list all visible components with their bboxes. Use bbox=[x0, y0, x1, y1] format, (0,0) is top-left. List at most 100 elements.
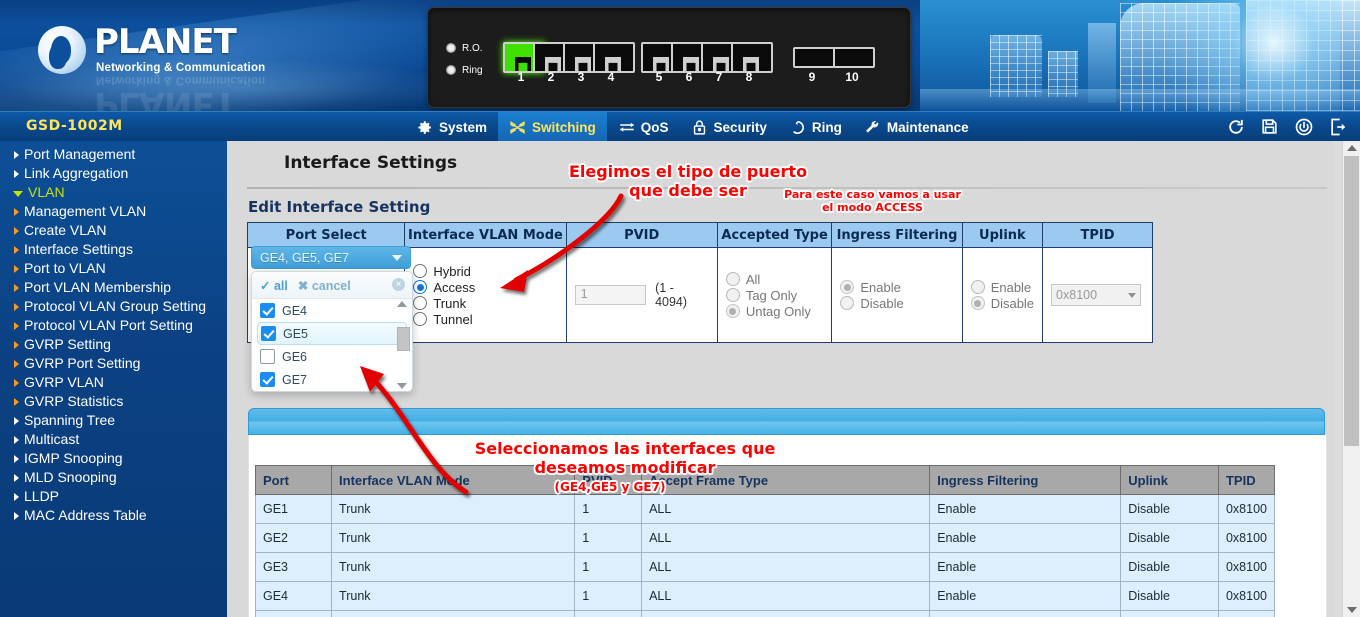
port-option-ge6[interactable]: GE6 bbox=[252, 345, 412, 368]
scroll-thumb[interactable] bbox=[1344, 156, 1359, 446]
select-all-label: all bbox=[274, 279, 288, 293]
clear-icon[interactable]: × bbox=[392, 278, 405, 291]
table-row[interactable]: GE2 Trunk 1 ALL Enable Disable 0x8100 bbox=[256, 524, 1275, 553]
table-row[interactable]: GE5 Trunk 1 ALL Enable Disable 0x8100 bbox=[256, 611, 1275, 617]
sidebar-item-port-management[interactable]: Port Management bbox=[0, 145, 227, 164]
menu-item-maintenance[interactable]: Maintenance bbox=[853, 112, 980, 142]
cell-ingress-filtering: Enable Disable bbox=[832, 248, 962, 343]
sidebar-item-gvrp-port-setting[interactable]: GVRP Port Setting bbox=[0, 354, 227, 373]
radio-ingress-disable[interactable]: Disable bbox=[840, 296, 953, 311]
model-label: GSD-1002M bbox=[26, 118, 123, 134]
menu-item-switching-label: Switching bbox=[532, 120, 596, 135]
sidebar-item-gvrp-setting[interactable]: GVRP Setting bbox=[0, 335, 227, 354]
sidebar-item-management-vlan[interactable]: Management VLAN bbox=[0, 202, 227, 221]
logout-icon[interactable] bbox=[1328, 117, 1348, 137]
sidebar-item-port-vlan-membership[interactable]: Port VLAN Membership bbox=[0, 278, 227, 297]
sidebar-item-label: Interface Settings bbox=[24, 241, 133, 258]
sidebar-item-label: GVRP VLAN bbox=[24, 374, 104, 391]
sidebar-item-link-aggregation[interactable]: Link Aggregation bbox=[0, 164, 227, 183]
cancel-selection-button[interactable]: ✖ cancel bbox=[298, 278, 351, 293]
sidebar-item-spanning-tree[interactable]: Spanning Tree bbox=[0, 411, 227, 430]
radio-accepted-untag-only[interactable]: Untag Only bbox=[726, 304, 824, 319]
port-option-ge5[interactable]: GE5 bbox=[257, 322, 407, 345]
menu-item-ring[interactable]: Ring bbox=[778, 112, 853, 142]
device-port-9[interactable] bbox=[793, 47, 835, 68]
radio-accepted-tag-only[interactable]: Tag Only bbox=[726, 288, 824, 303]
list-col-uplink: Uplink bbox=[1121, 466, 1219, 495]
sidebar-item-igmp-snooping[interactable]: IGMP Snooping bbox=[0, 449, 227, 468]
interface-list-panel-header bbox=[248, 408, 1325, 435]
scroll-up-icon[interactable] bbox=[397, 301, 407, 307]
sidebar-item-mac-address-table[interactable]: MAC Address Table bbox=[0, 506, 227, 525]
annotation-1-line-1: Elegimos el tipo de puerto bbox=[553, 163, 823, 182]
chevron-right-icon bbox=[14, 512, 19, 520]
save-icon[interactable] bbox=[1260, 117, 1280, 137]
sidebar-item-interface-settings[interactable]: Interface Settings bbox=[0, 240, 227, 259]
radio-ingress-enable[interactable]: Enable bbox=[840, 280, 953, 295]
radio-uplink-enable[interactable]: Enable bbox=[971, 280, 1034, 295]
chevron-right-icon bbox=[14, 170, 19, 178]
port-select-box[interactable]: GE4, GE5, GE7 bbox=[251, 246, 411, 269]
cancel-label: cancel bbox=[312, 279, 351, 293]
sidebar-item-protocol-vlan-port-setting[interactable]: Protocol VLAN Port Setting bbox=[0, 316, 227, 335]
col-header-tpid: TPID bbox=[1043, 223, 1153, 248]
radio-uplink-disable[interactable]: Disable bbox=[971, 296, 1034, 311]
power-icon[interactable] bbox=[1294, 117, 1314, 137]
chevron-right-icon bbox=[14, 227, 19, 235]
table-row[interactable]: GE4 Trunk 1 ALL Enable Disable 0x8100 bbox=[256, 582, 1275, 611]
sidebar-item-create-vlan[interactable]: Create VLAN bbox=[0, 221, 227, 240]
device-port-4[interactable] bbox=[593, 42, 635, 73]
sidebar-item-label: GVRP Statistics bbox=[24, 393, 123, 410]
port-option-ge4[interactable]: GE4 bbox=[252, 299, 412, 322]
sidebar-item-port-to-vlan[interactable]: Port to VLAN bbox=[0, 259, 227, 278]
sidebar-item-protocol-vlan-group-setting[interactable]: Protocol VLAN Group Setting bbox=[0, 297, 227, 316]
gear-icon bbox=[416, 119, 433, 136]
col-header-interface-vlan-mode: Interface VLAN Mode bbox=[405, 223, 566, 248]
select-all-button[interactable]: ✓ all bbox=[260, 278, 288, 293]
tpid-select[interactable]: 0x8100 bbox=[1051, 284, 1141, 306]
menu-item-system[interactable]: System bbox=[405, 112, 498, 142]
device-port-10[interactable] bbox=[833, 47, 875, 68]
radio-accepted-all[interactable]: All bbox=[726, 272, 824, 287]
chevron-right-icon bbox=[14, 151, 19, 159]
sidebar-item-gvrp-statistics[interactable]: GVRP Statistics bbox=[0, 392, 227, 411]
chevron-right-icon bbox=[14, 303, 19, 311]
scroll-down-icon[interactable] bbox=[1347, 607, 1357, 613]
list-col-ingress-filtering: Ingress Filtering bbox=[930, 466, 1121, 495]
refresh-icon[interactable] bbox=[1226, 117, 1246, 137]
radio-label: Tunnel bbox=[433, 312, 472, 327]
sidebar-item-multicast[interactable]: Multicast bbox=[0, 430, 227, 449]
checkbox-icon bbox=[260, 349, 275, 364]
dropdown-scrollbar[interactable] bbox=[396, 301, 409, 389]
sidebar-item-mld-snooping[interactable]: MLD Snooping bbox=[0, 468, 227, 487]
radio-vlan-mode-trunk[interactable]: Trunk bbox=[413, 296, 557, 311]
page-title: Interface Settings bbox=[284, 153, 457, 173]
cell-port: GE3 bbox=[256, 553, 332, 582]
menu-item-switching[interactable]: Switching bbox=[498, 112, 607, 142]
radio-vlan-mode-hybrid[interactable]: Hybrid bbox=[413, 264, 557, 279]
sidebar-item-label: GVRP Setting bbox=[24, 336, 111, 353]
page-scrollbar[interactable] bbox=[1342, 141, 1360, 617]
radio-label: All bbox=[746, 272, 760, 287]
radio-vlan-mode-tunnel[interactable]: Tunnel bbox=[413, 312, 557, 327]
sidebar-item-vlan[interactable]: VLAN bbox=[0, 183, 227, 202]
scroll-down-icon[interactable] bbox=[397, 383, 407, 389]
scroll-up-icon[interactable] bbox=[1347, 145, 1357, 151]
col-header-pvid: PVID bbox=[566, 223, 717, 248]
chevron-down-icon bbox=[392, 255, 402, 261]
checkbox-icon-checked bbox=[260, 372, 275, 387]
scroll-thumb[interactable] bbox=[397, 327, 410, 351]
table-row[interactable]: GE1 Trunk 1 ALL Enable Disable 0x8100 bbox=[256, 495, 1275, 524]
radio-icon-selected bbox=[413, 280, 427, 294]
radio-vlan-mode-access[interactable]: Access bbox=[413, 280, 557, 295]
table-row[interactable]: GE3 Trunk 1 ALL Enable Disable 0x8100 bbox=[256, 553, 1275, 582]
sidebar-item-gvrp-vlan[interactable]: GVRP VLAN bbox=[0, 373, 227, 392]
vlan-mode-radio-group: Hybrid Access Trunk Tunnel bbox=[413, 264, 557, 327]
menu-item-qos[interactable]: QoS bbox=[607, 112, 680, 142]
port-option-ge7[interactable]: GE7 bbox=[252, 368, 412, 391]
ring-icon bbox=[789, 119, 806, 136]
pvid-input[interactable]: 1 bbox=[575, 285, 647, 305]
menu-item-security[interactable]: Security bbox=[680, 112, 778, 142]
device-port-8[interactable] bbox=[731, 42, 773, 73]
sidebar-item-lldp[interactable]: LLDP bbox=[0, 487, 227, 506]
